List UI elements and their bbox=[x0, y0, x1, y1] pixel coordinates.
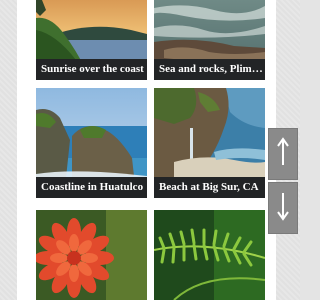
gallery-caption: Sunrise over the coast bbox=[36, 59, 147, 80]
gallery-tile-huatulco[interactable]: Coastline in Huatulco bbox=[36, 88, 147, 198]
gallery-caption: Coastline in Huatulco bbox=[36, 177, 147, 198]
gallery-tile-dahlia[interactable] bbox=[36, 210, 147, 300]
arrow-down-icon bbox=[277, 191, 289, 226]
red-dahlia-flower-photo bbox=[36, 210, 147, 300]
gallery-caption: Sea and rocks, Plimmerton bbox=[154, 59, 265, 80]
gallery-tile-sea-rocks[interactable]: Sea and rocks, Plimmerton bbox=[154, 0, 265, 80]
scroll-up-button[interactable] bbox=[268, 128, 298, 180]
gallery-tile-big-sur[interactable]: Beach at Big Sur, CA bbox=[154, 88, 265, 198]
green-fern-photo bbox=[154, 210, 265, 300]
gallery-tile-fern[interactable] bbox=[154, 210, 265, 300]
arrow-up-icon bbox=[277, 136, 289, 172]
gallery-caption: Beach at Big Sur, CA bbox=[154, 177, 265, 198]
gallery-tile-sunrise[interactable]: Sunrise over the coast bbox=[36, 0, 147, 80]
scroll-down-button[interactable] bbox=[268, 182, 298, 234]
